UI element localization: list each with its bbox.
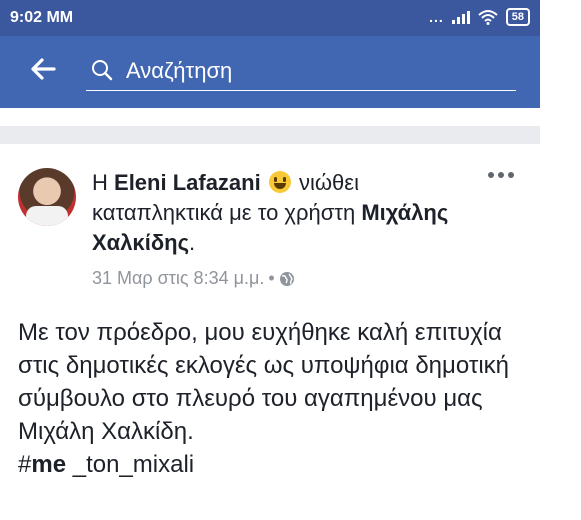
headline-prefix: Η	[92, 170, 108, 195]
feed-separator	[0, 126, 540, 144]
hashtag-bold: me	[31, 451, 67, 478]
wifi-icon	[478, 10, 498, 25]
search-input[interactable]	[124, 56, 508, 86]
status-bar: 9:02 MM ... 58	[0, 0, 540, 36]
notification-dots: ...	[429, 9, 444, 25]
status-icons: ... 58	[429, 8, 530, 26]
signal-icon	[451, 10, 470, 24]
author-name[interactable]: Eleni Lafazani	[114, 170, 261, 195]
meta-separator: •	[268, 268, 275, 288]
clock: 9:02 MM	[10, 9, 74, 26]
smiley-emoji-icon	[268, 171, 291, 193]
battery-indicator: 58	[505, 8, 530, 26]
post-body: Με τον πρόεδρο, μου ευχήθηκε καλή επιτυχ…	[18, 316, 538, 481]
post-meta: 31 Μαρ στις 8:34 μ.μ. •	[92, 268, 295, 289]
hashtag-rest: _ton_mixali	[66, 451, 195, 478]
search-header	[0, 36, 540, 108]
search-icon	[92, 60, 113, 81]
tagged-suffix: .	[189, 230, 196, 255]
post-headline: Η Eleni Lafazani νιώθει καταπληκτικά με …	[92, 168, 472, 258]
post-body-text: Με τον πρόεδρο, μου ευχήθηκε καλή επιτυχ…	[18, 319, 510, 445]
globe-icon	[279, 271, 294, 286]
avatar[interactable]	[18, 168, 76, 226]
hashtag-prefix: #	[18, 451, 32, 478]
back-arrow-icon[interactable]	[28, 54, 58, 84]
hashtag-link[interactable]: #me _ton_mixali	[18, 448, 538, 481]
search-box[interactable]	[86, 52, 516, 91]
post-timestamp[interactable]: 31 Μαρ στις 8:34 μ.μ.	[92, 268, 264, 289]
more-options-icon[interactable]	[486, 170, 516, 180]
